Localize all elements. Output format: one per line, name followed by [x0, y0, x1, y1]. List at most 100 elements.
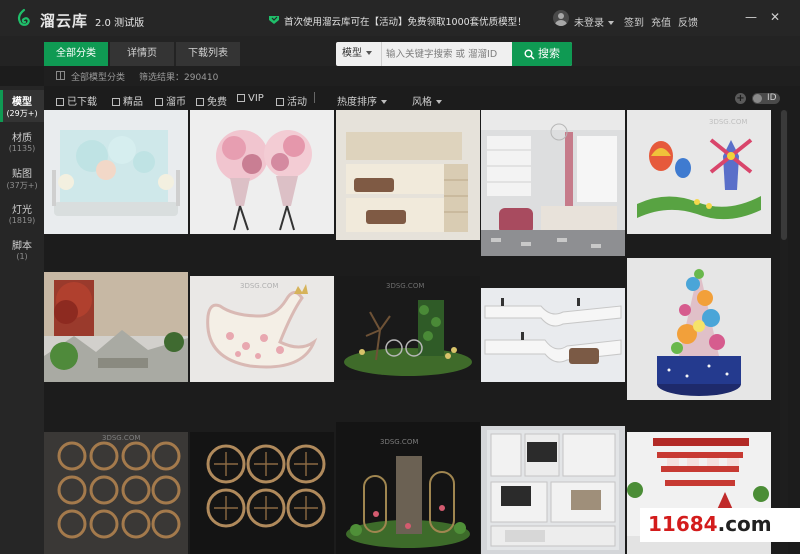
signin-link[interactable]: 签到 [624, 14, 644, 29]
model-thumbnail: 3DSG.COM [44, 432, 188, 554]
watermark: 11684.com [648, 512, 772, 536]
breadcrumb-path[interactable]: 全部模型分类 [71, 70, 125, 83]
model-card[interactable]: 3DSG.COM [336, 422, 480, 554]
filter-event-checkbox[interactable]: 活动 [276, 93, 307, 108]
sort-dropdown[interactable]: 热度排序 [337, 93, 387, 108]
model-thumbnail [481, 426, 625, 554]
filter-label: 溜币 [166, 97, 186, 108]
sidebar-item-textures[interactable]: 贴图 (37万+) [0, 162, 44, 194]
model-card[interactable]: 3DSG.COM [627, 110, 771, 234]
checkbox-icon [155, 98, 163, 106]
sidebar-item-materials[interactable]: 材质 (1135) [0, 126, 44, 158]
sidebar-item-count: (29万+) [6, 109, 38, 118]
model-thumbnail [190, 110, 334, 234]
sidebar-item-label: 脚本 [12, 241, 32, 252]
search-input[interactable] [386, 46, 510, 62]
sort-label: 热度排序 [337, 97, 377, 108]
model-thumbnail [627, 258, 771, 400]
search-type-label: 模型 [342, 48, 362, 59]
watermark-number: 11684 [648, 512, 718, 536]
card-label: 3DSG.COM [240, 282, 278, 290]
sidebar-item-label: 模型 [12, 97, 32, 108]
model-thumbnail [481, 110, 625, 256]
app-name: 溜云库 [40, 12, 89, 30]
breadcrumb: 全部模型分类 筛选结果：290410 [44, 66, 800, 86]
search-type-select[interactable]: 模型 [336, 42, 382, 66]
chevron-down-icon [366, 51, 372, 55]
model-thumbnail [44, 272, 188, 382]
model-grid: 3DSG.COM 3DSG.COM 3DSG.COM 3DSG.COM 3DSG… [44, 110, 774, 554]
avatar[interactable] [553, 10, 569, 26]
model-thumbnail [44, 110, 188, 234]
search-button-label: 搜索 [538, 47, 560, 60]
model-card[interactable] [44, 110, 188, 234]
filter-free-checkbox[interactable]: 免费 [196, 93, 227, 108]
minimize-icon[interactable]: — [744, 10, 758, 24]
feedback-link[interactable]: 反馈 [678, 14, 698, 29]
filter-label: 精品 [123, 97, 143, 108]
model-card[interactable] [481, 110, 625, 256]
card-label: 3DSG.COM [102, 434, 140, 442]
svg-text:3DSG.COM: 3DSG.COM [709, 118, 747, 126]
sidebar-item-count: (1) [16, 252, 28, 261]
sidebar-item-count: (1135) [8, 144, 36, 153]
model-thumbnail: 3DSG.COM [336, 422, 480, 554]
model-card[interactable]: 3DSG.COM [190, 276, 334, 382]
card-label: 3DSG.COM [380, 438, 418, 446]
model-thumbnail: 3DSG.COM [627, 110, 771, 234]
add-icon[interactable]: + [735, 93, 746, 104]
user-login-label: 未登录 [574, 18, 604, 29]
category-icon [56, 71, 65, 80]
sidebar-item-label: 灯光 [12, 205, 32, 216]
search-icon [524, 49, 535, 60]
model-card[interactable] [190, 110, 334, 234]
notice-text[interactable]: 首次使用溜云库可在【活动】免费领取1000套优质模型！ [284, 14, 527, 28]
sidebar-item-count: (1819) [8, 216, 36, 225]
style-dropdown[interactable]: 风格 [412, 93, 442, 108]
sidebar-item-lights[interactable]: 灯光 (1819) [0, 198, 44, 230]
recharge-link[interactable]: 充值 [651, 14, 671, 29]
chevron-down-icon [381, 100, 387, 104]
model-card[interactable] [481, 288, 625, 382]
sidebar-item-scripts[interactable]: 脚本 (1) [0, 234, 44, 266]
scroll-thumb[interactable] [781, 110, 787, 240]
model-thumbnail: 3DSG.COM [190, 276, 334, 382]
chevron-down-icon [608, 21, 614, 25]
filter-coin-checkbox[interactable]: 溜币 [155, 93, 186, 108]
checkbox-icon [276, 98, 284, 106]
model-card[interactable] [627, 258, 771, 400]
checkbox-icon [56, 98, 64, 106]
model-card[interactable] [481, 426, 625, 554]
style-label: 风格 [412, 97, 432, 108]
user-login-dropdown[interactable]: 未登录 [574, 14, 614, 29]
checkbox-icon [196, 98, 204, 106]
model-card[interactable] [336, 110, 480, 240]
app-version: 2.0 测试版 [95, 18, 145, 29]
model-thumbnail [190, 432, 334, 554]
sidebar-item-label: 贴图 [12, 169, 32, 180]
filter-label: 免费 [207, 97, 227, 108]
search-button[interactable]: 搜索 [512, 42, 572, 66]
model-card[interactable]: 3DSG.COM [336, 276, 480, 380]
tab-downloads[interactable]: 下载列表 [176, 42, 240, 66]
divider [314, 92, 315, 103]
filter-downloaded-checkbox[interactable]: 已下载 [56, 93, 97, 108]
filter-vip-checkbox[interactable]: VIP [237, 93, 264, 104]
model-thumbnail [481, 288, 625, 382]
app-logo-icon [17, 8, 30, 26]
tab-details[interactable]: 详情页 [110, 42, 174, 66]
model-card[interactable] [44, 272, 188, 382]
filter-label: 已下载 [67, 97, 97, 108]
model-card[interactable] [190, 432, 334, 554]
result-count: 筛选结果：290410 [139, 73, 219, 83]
filter-premium-checkbox[interactable]: 精品 [112, 93, 143, 108]
close-icon[interactable]: ✕ [768, 10, 782, 24]
sidebar-item-models[interactable]: 模型 (29万+) [0, 90, 44, 122]
nav-bar: 全部分类 详情页 下载列表 模型 搜索 [0, 36, 800, 66]
scrollbar[interactable] [780, 110, 788, 554]
id-toggle-label: ID [767, 93, 777, 103]
filter-bar: 已下载 精品 溜币 免费 VIP 活动 热度排序 风格 + ID [44, 86, 800, 110]
tab-all-categories[interactable]: 全部分类 [44, 42, 108, 66]
model-thumbnail: 3DSG.COM [336, 276, 480, 380]
model-card[interactable]: 3DSG.COM [44, 432, 188, 554]
